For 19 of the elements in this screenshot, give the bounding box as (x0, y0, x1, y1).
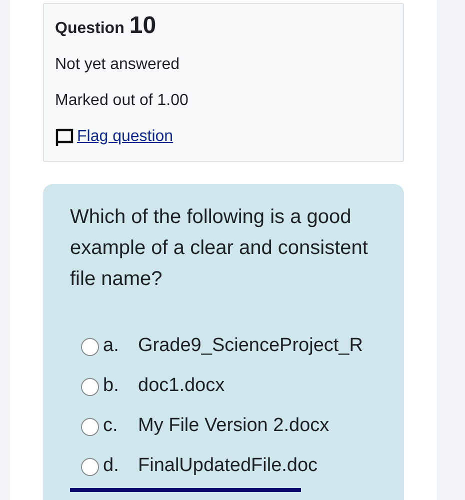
question-number: 10 (129, 14, 156, 38)
answer-status: Not yet answered (55, 55, 181, 75)
option-text[interactable]: My File Version 2.docx (138, 412, 330, 441)
radio-button[interactable] (81, 458, 99, 476)
mark-text: Marked out of 1.00 (55, 91, 190, 111)
option-text[interactable]: FinalUpdatedFile.doc (138, 452, 318, 481)
question-label: Question (55, 19, 124, 39)
option-text[interactable]: doc1.docx (138, 372, 225, 401)
option-text[interactable]: Grade9_ScienceProject_R (138, 332, 363, 361)
question-text: Which of the following is a good example of a clear and consistent file name? (70, 205, 369, 292)
option-letter: b. (103, 374, 120, 398)
radio-button[interactable] (81, 378, 99, 396)
option-letter: c. (103, 414, 119, 438)
radio-button[interactable] (81, 418, 99, 436)
flag-question-link[interactable]: Flag question (77, 125, 174, 149)
radio-button[interactable] (81, 338, 99, 356)
flag-icon[interactable] (55, 127, 75, 147)
option-letter: a. (103, 334, 120, 358)
option-letter: d. (103, 454, 120, 478)
